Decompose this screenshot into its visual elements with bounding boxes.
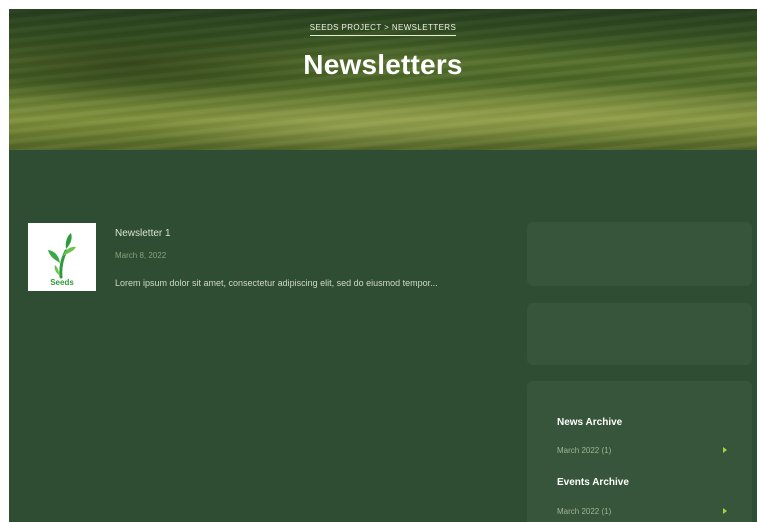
news-archive-heading: News Archive [557,417,623,428]
post-date: March 8, 2022 [115,251,167,260]
page-title: Newsletters [303,49,463,80]
archive-widget: News Archive March 2022 (1) Events Archi… [527,381,752,522]
news-archive-item[interactable]: March 2022 (1) [557,446,727,455]
triangle-right-icon [723,508,727,514]
post-thumbnail[interactable]: Seeds [28,223,96,291]
events-archive-heading: Events Archive [557,477,629,488]
events-archive-item[interactable]: March 2022 (1) [557,507,727,516]
post-excerpt: Lorem ipsum dolor sit amet, consectetur … [115,278,438,288]
breadcrumb: SEEDS PROJECT > NEWSLETTERS [9,23,757,36]
hero-banner: SEEDS PROJECT > NEWSLETTERS Newsletters [9,9,757,150]
news-archive-item-label: March 2022 (1) [557,446,612,455]
thumbnail-label: Seeds [50,278,74,287]
post-title-link[interactable]: Newsletter 1 [115,228,171,239]
sidebar-widget-empty [527,222,752,286]
triangle-right-icon [723,447,727,453]
post-item: Seeds Newsletter 1 March 8, 2022 Lorem i… [28,223,508,303]
sidebar-widget-empty [527,303,752,365]
breadcrumb-link[interactable]: SEEDS PROJECT > NEWSLETTERS [309,23,457,36]
page: SEEDS PROJECT > NEWSLETTERS Newsletters … [9,9,757,522]
events-archive-item-label: March 2022 (1) [557,507,612,516]
